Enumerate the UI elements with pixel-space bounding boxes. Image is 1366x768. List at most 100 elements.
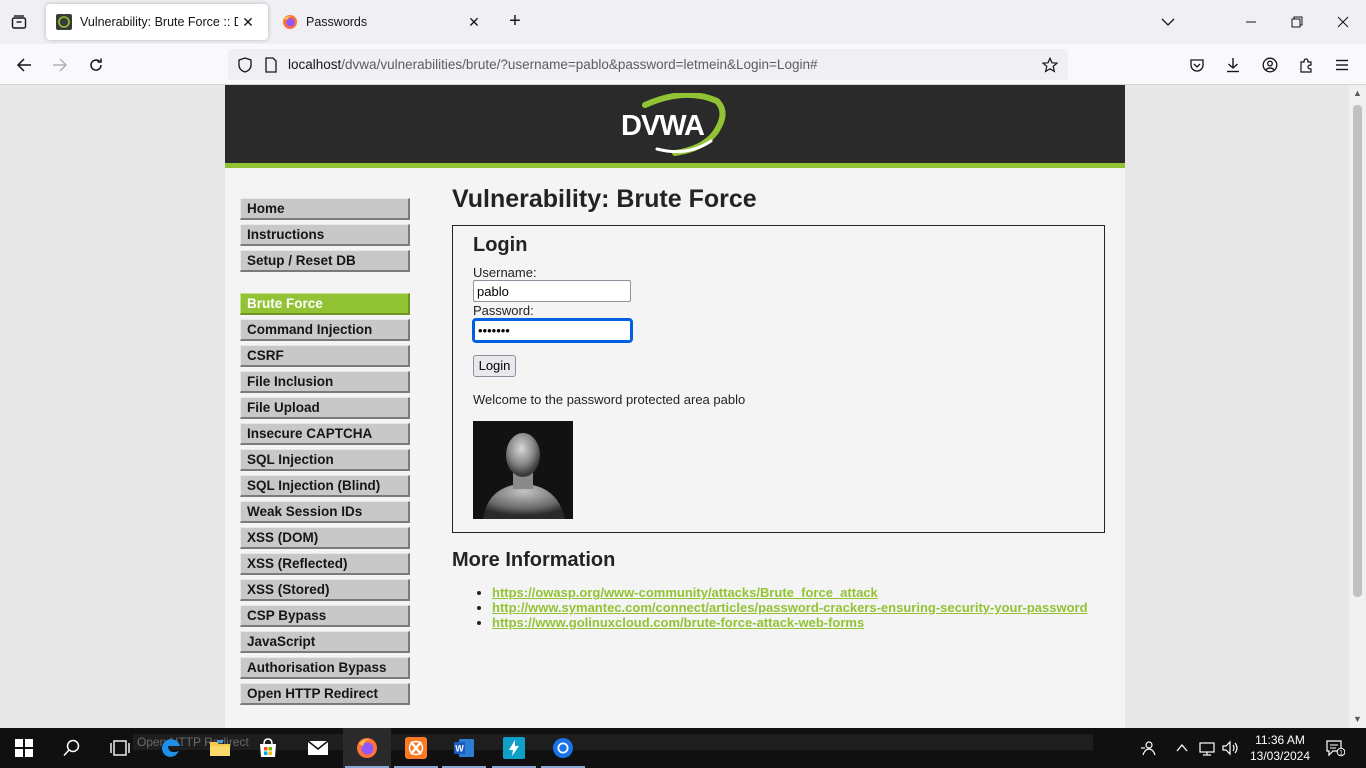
link-golinuxcloud[interactable]: https://www.golinuxcloud.com/brute-force… <box>492 615 864 630</box>
search-icon[interactable] <box>48 728 96 768</box>
menu-item-authorisation-bypass[interactable]: Authorisation Bypass <box>240 657 410 679</box>
mail-icon[interactable] <box>294 728 342 768</box>
menu-item-sql-injection[interactable]: SQL Injection <box>240 449 410 471</box>
clock-date: 13/03/2024 <box>1249 749 1311 763</box>
list-item: https://owasp.org/www-community/attacks/… <box>492 585 1105 600</box>
scroll-down-icon[interactable]: ▼ <box>1352 714 1363 725</box>
menu-item-command-injection[interactable]: Command Injection <box>240 319 410 341</box>
menu-item-instructions[interactable]: Instructions <box>240 224 410 246</box>
menu-divider <box>240 276 410 293</box>
close-tab-icon[interactable]: ✕ <box>238 12 258 32</box>
tab-passwords[interactable]: Passwords ✕ <box>272 4 494 40</box>
clock-time: 11:36 AM <box>1255 733 1305 747</box>
scrollbar-thumb[interactable] <box>1353 105 1362 597</box>
url-path: /dvwa/vulnerabilities/brute/?username=pa… <box>341 57 818 72</box>
list-item: https://www.golinuxcloud.com/brute-force… <box>492 615 1105 630</box>
notification-center-icon[interactable]: 1 <box>1320 728 1350 768</box>
address-bar[interactable]: localhost/dvwa/vulnerabilities/brute/?us… <box>228 49 1068 80</box>
tab-bar: Vulnerability: Brute Force :: Damn Vulne… <box>0 0 1366 44</box>
chrome-icon[interactable] <box>539 728 587 768</box>
menu-hamburger-icon[interactable] <box>1330 53 1354 77</box>
word-icon[interactable]: W <box>440 728 488 768</box>
menu-item-xss-reflected[interactable]: XSS (Reflected) <box>240 553 410 575</box>
tab-title: Passwords <box>306 15 368 29</box>
downloads-icon[interactable] <box>1221 53 1245 77</box>
restore-icon[interactable] <box>1284 10 1310 34</box>
firefox-taskbar-icon[interactable] <box>343 728 391 768</box>
shield-icon[interactable] <box>236 56 254 74</box>
link-symantec[interactable]: http://www.symantec.com/connect/articles… <box>492 600 1088 615</box>
login-button[interactable]: Login <box>473 355 516 377</box>
burp-icon[interactable] <box>490 728 538 768</box>
user-avatar-image <box>473 421 573 519</box>
page-icon[interactable] <box>262 56 280 74</box>
svg-text:W: W <box>455 744 464 754</box>
login-heading: Login <box>473 234 528 256</box>
file-explorer-icon[interactable] <box>196 728 244 768</box>
xampp-icon[interactable] <box>392 728 440 768</box>
minimize-icon[interactable] <box>1238 10 1264 34</box>
reference-links: https://owasp.org/www-community/attacks/… <box>452 585 1105 630</box>
tray-chevron-up-icon[interactable] <box>1172 728 1192 768</box>
main-content: Vulnerability: Brute Force Login Usernam… <box>452 185 1105 630</box>
close-window-icon[interactable] <box>1330 10 1356 34</box>
link-owasp[interactable]: https://owasp.org/www-community/attacks/… <box>492 585 878 600</box>
tab-list-icon[interactable] <box>8 11 30 33</box>
firefox-favicon-icon <box>282 14 298 30</box>
password-label: Password: <box>473 303 534 318</box>
back-icon[interactable] <box>11 52 37 78</box>
menu-item-file-inclusion[interactable]: File Inclusion <box>240 371 410 393</box>
vertical-scrollbar[interactable]: ▲ ▼ <box>1349 85 1366 728</box>
dvwa-page: DVWA Home Instructions Setup / Reset DB … <box>225 85 1125 728</box>
store-icon[interactable] <box>244 728 292 768</box>
sidebar-menu: Home Instructions Setup / Reset DB Brute… <box>240 198 410 709</box>
password-input[interactable] <box>472 318 633 343</box>
dvwa-favicon-icon <box>56 14 72 30</box>
dvwa-logo[interactable]: DVWA <box>617 91 732 159</box>
menu-item-insecure-captcha[interactable]: Insecure CAPTCHA <box>240 423 410 445</box>
more-information-heading: More Information <box>452 549 616 571</box>
chevron-down-icon[interactable] <box>1155 10 1181 34</box>
welcome-message: Welcome to the password protected area p… <box>473 392 746 407</box>
menu-item-home[interactable]: Home <box>240 198 410 220</box>
pocket-icon[interactable] <box>1185 53 1209 77</box>
menu-item-xss-dom[interactable]: XSS (DOM) <box>240 527 410 549</box>
url-text[interactable]: localhost/dvwa/vulnerabilities/brute/?us… <box>288 57 817 72</box>
reload-icon[interactable] <box>83 52 109 78</box>
menu-item-open-http-redirect[interactable]: Open HTTP Redirect <box>240 683 410 705</box>
menu-item-sql-injection-blind[interactable]: SQL Injection (Blind) <box>240 475 410 497</box>
taskbar-clock[interactable]: 11:36 AM 13/03/2024 <box>1248 732 1312 764</box>
forward-icon[interactable] <box>47 52 73 78</box>
logo-text: DVWA <box>621 110 705 142</box>
account-icon[interactable] <box>1258 53 1282 77</box>
new-tab-icon[interactable]: + <box>503 11 527 33</box>
menu-item-weak-session-ids[interactable]: Weak Session IDs <box>240 501 410 523</box>
menu-item-csp-bypass[interactable]: CSP Bypass <box>240 605 410 627</box>
menu-item-xss-stored[interactable]: XSS (Stored) <box>240 579 410 601</box>
dvwa-header: DVWA <box>225 85 1125 168</box>
menu-item-csrf[interactable]: CSRF <box>240 345 410 367</box>
task-view-icon[interactable] <box>96 728 144 768</box>
network-icon[interactable] <box>1196 728 1218 768</box>
edge-icon[interactable] <box>147 728 195 768</box>
username-label: Username: <box>473 265 537 280</box>
username-input[interactable] <box>473 280 631 302</box>
navigation-toolbar: localhost/dvwa/vulnerabilities/brute/?us… <box>0 44 1366 85</box>
menu-group-vulnerabilities: Brute Force Command Injection CSRF File … <box>240 293 410 705</box>
list-item: http://www.symantec.com/connect/articles… <box>492 600 1105 615</box>
extensions-icon[interactable] <box>1294 53 1318 77</box>
close-tab-icon[interactable]: ✕ <box>464 12 484 32</box>
menu-item-brute-force[interactable]: Brute Force <box>240 293 410 315</box>
scroll-up-icon[interactable]: ▲ <box>1352 88 1363 99</box>
volume-icon[interactable] <box>1220 728 1242 768</box>
tab-brute-force[interactable]: Vulnerability: Brute Force :: Damn Vulne… <box>46 4 268 40</box>
windows-start-icon[interactable] <box>0 728 48 768</box>
menu-item-file-upload[interactable]: File Upload <box>240 397 410 419</box>
notification-count: 1 <box>1339 749 1343 756</box>
people-icon[interactable] <box>1134 728 1162 768</box>
menu-item-javascript[interactable]: JavaScript <box>240 631 410 653</box>
menu-group-main: Home Instructions Setup / Reset DB <box>240 198 410 272</box>
page-title: Vulnerability: Brute Force <box>452 185 757 213</box>
bookmark-star-icon[interactable] <box>1040 55 1060 75</box>
menu-item-setup-reset-db[interactable]: Setup / Reset DB <box>240 250 410 272</box>
